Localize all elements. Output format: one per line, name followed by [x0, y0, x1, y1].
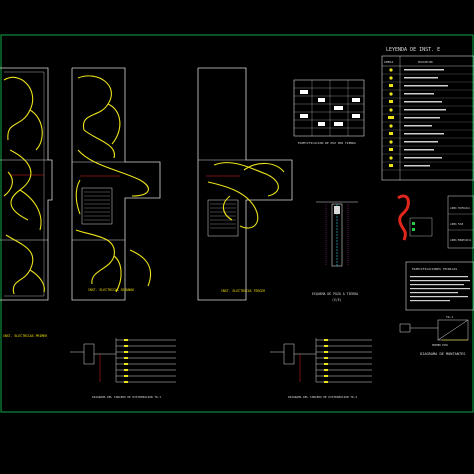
circuits-plan-1 — [3, 76, 45, 295]
line-label-3: LINEA MONOFASICA — [450, 239, 472, 242]
riser-diagram-title: DIAGRAMA DE MONTANTES — [420, 352, 465, 356]
pozo-spec-table — [293, 79, 365, 137]
plan-2-title: INST. ELECTRICAS SEGUNDO — [88, 288, 134, 292]
tablero-diagram-2 — [270, 338, 372, 383]
table-caption: ESPECIFICACION DE POZ POR TIERRA — [298, 141, 356, 145]
legend-col-description: DESCRIPCION — [418, 61, 433, 64]
legend-title: LEYENDA DE INST. E — [386, 47, 440, 53]
legend-table — [381, 55, 474, 181]
tablero-diagram-1 — [70, 338, 176, 383]
drawing-sheet: INST. ELECTRICAS PRIMER INST. ELECTRICAS… — [0, 34, 474, 413]
line-label-1: LINEA TRIFASICA — [450, 207, 470, 210]
riser-detail — [397, 194, 433, 241]
floor-plan-2 — [71, 67, 161, 301]
pozo-section — [316, 201, 358, 267]
stairs-plan-2 — [84, 191, 110, 221]
tablero-diagram-1-marks — [124, 339, 128, 383]
pozo-scale: (S/E) — [332, 298, 342, 302]
pozo-title: ESQUEMA DE POZO A TIERRA — [312, 292, 358, 296]
tablero-diagram-2-marks — [324, 339, 328, 383]
circuits-plan-2 — [75, 75, 152, 293]
plan-1-title: INST. ELECTRICAS PRIMER — [3, 334, 47, 338]
line-label-2: LINEA FASE — [450, 223, 464, 226]
meter-label: TD-1 — [446, 315, 453, 319]
legend-col-symbol: SIMBOLO — [384, 61, 394, 64]
plan-3-title: INST. ELECTRICAS TERCER — [221, 289, 265, 293]
tablero-2-caption: DIAGRAMA DEL TABLERO DE DISTRIBUCION TD-… — [288, 395, 357, 399]
tablero-1-caption: DIAGRAMA DEL TABLERO DE DISTRIBUCION TD-… — [92, 395, 161, 399]
spec-notes-title: ESPECIFICACIONES TECNICAS — [412, 267, 457, 271]
primer-piso-label: PRIMER PISO — [432, 344, 448, 347]
riser-diagram — [399, 319, 469, 341]
